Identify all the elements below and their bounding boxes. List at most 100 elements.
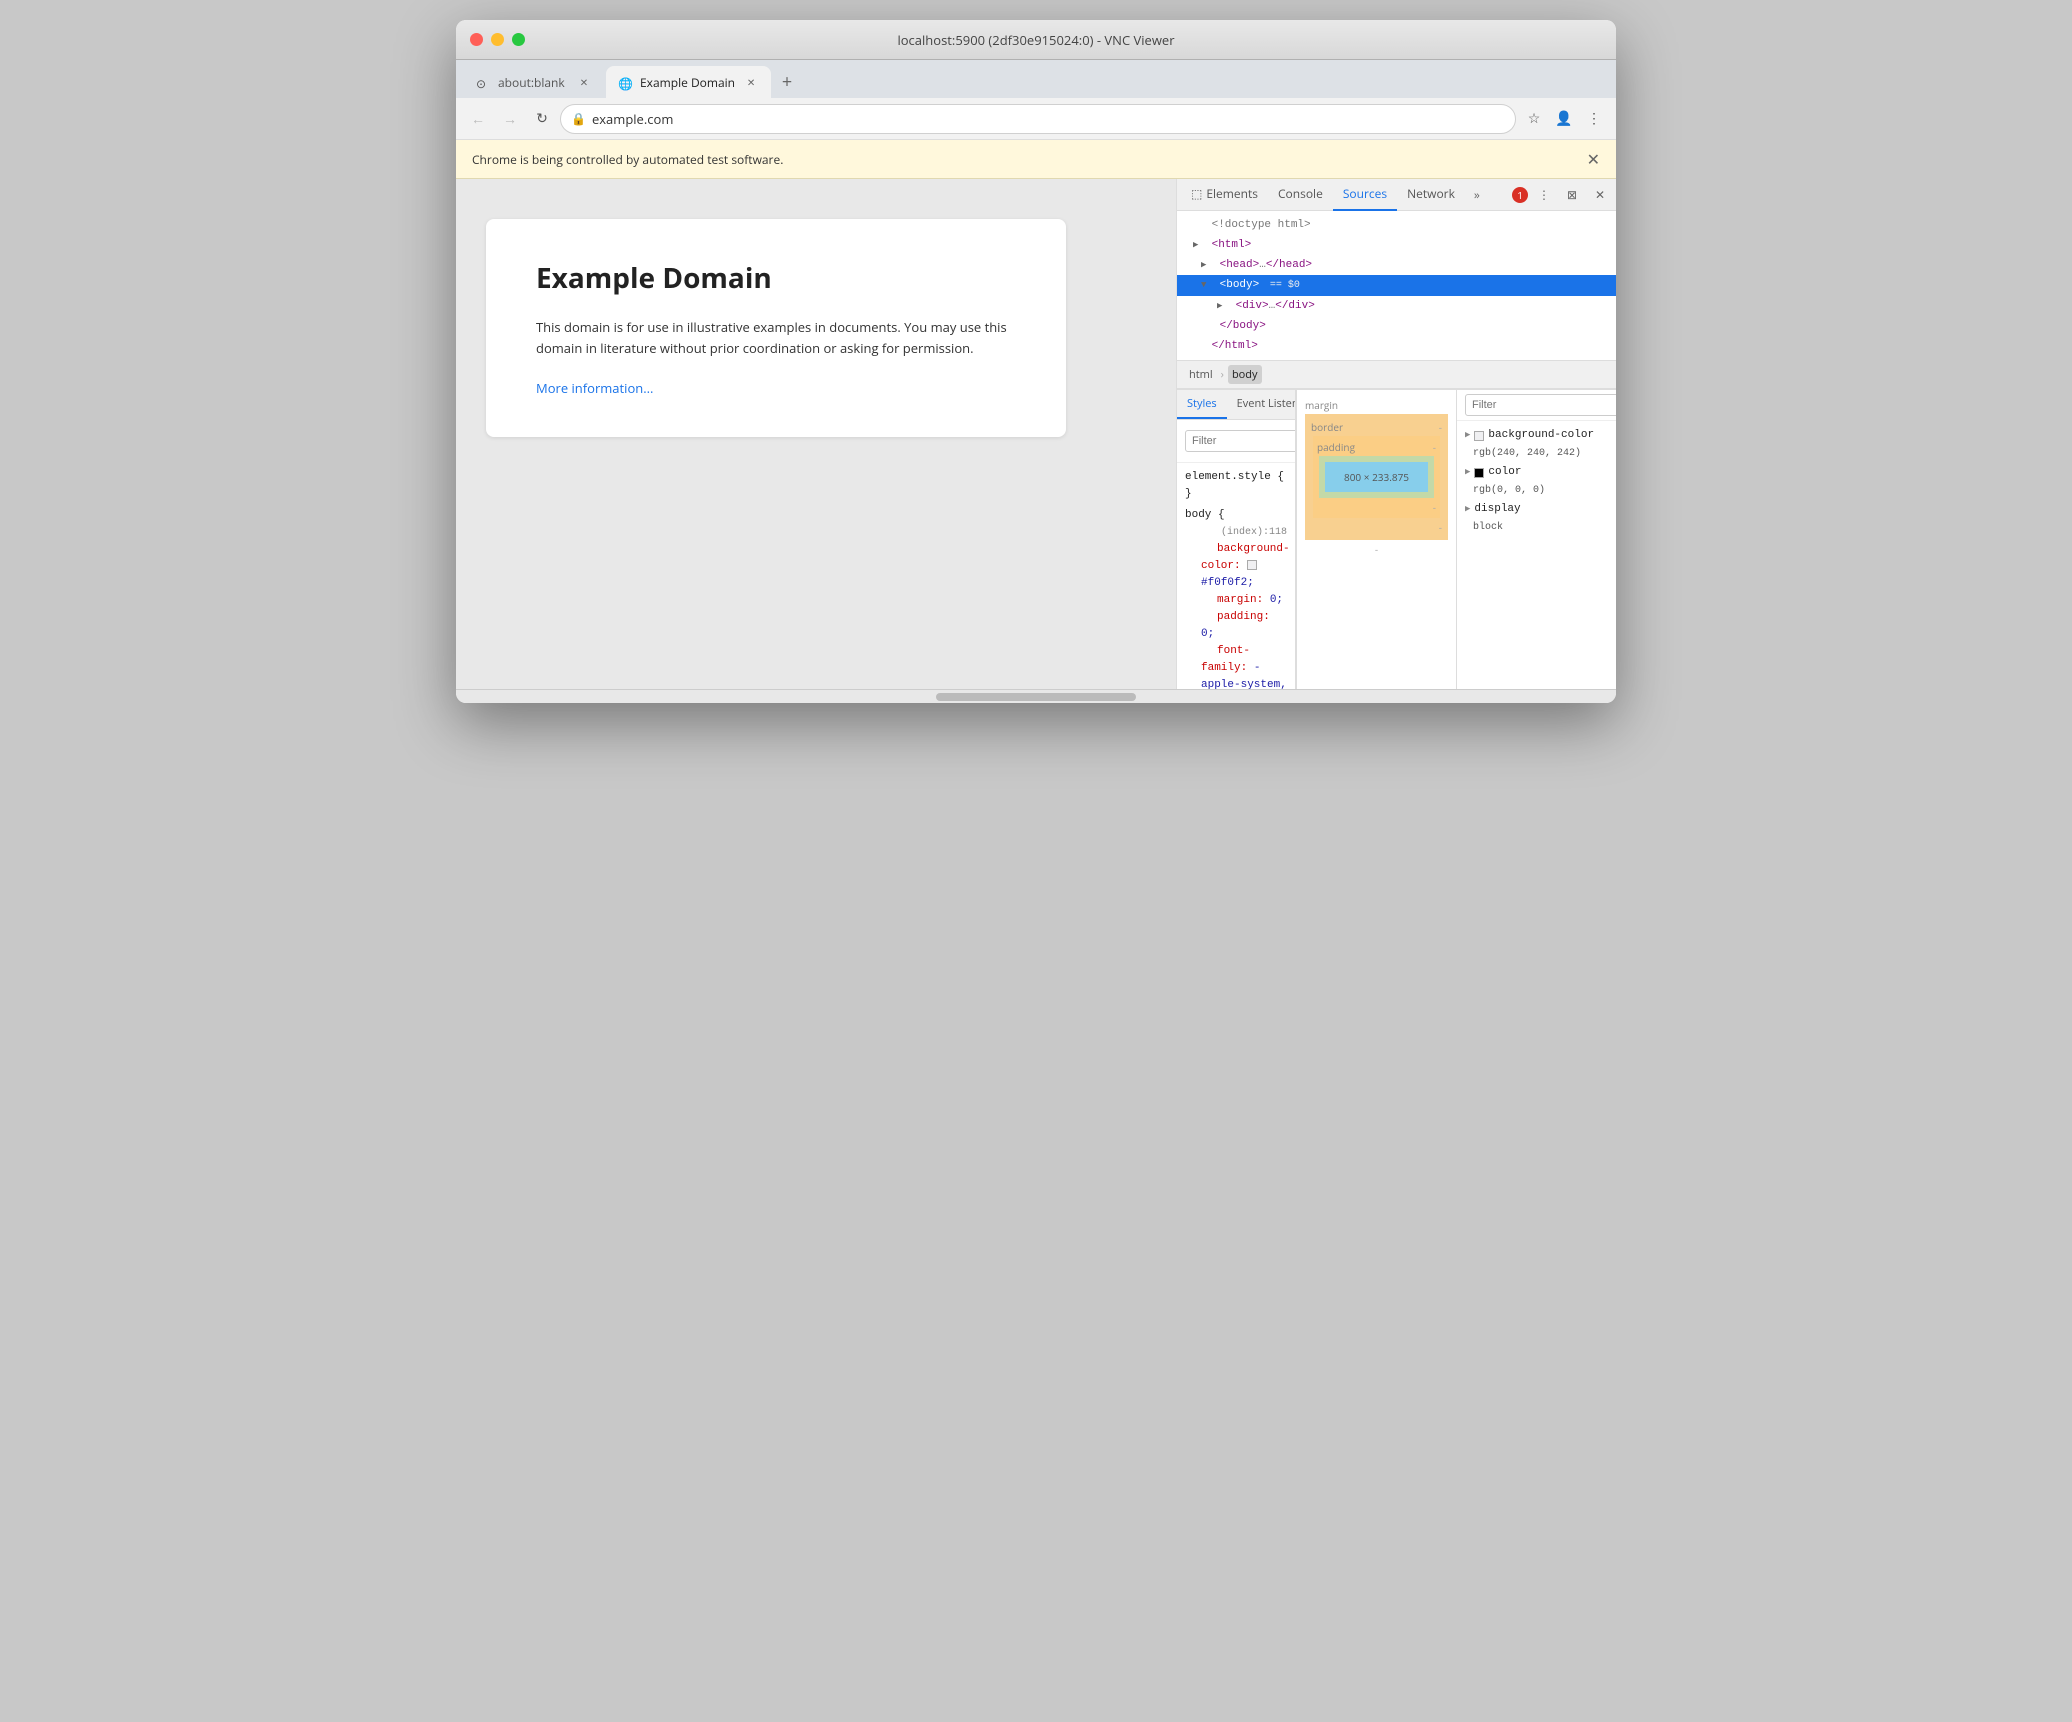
computed-filter-bar: Show all <box>1457 390 1616 421</box>
bottom-panel: Styles Event Listeners DOM Breakpoints P… <box>1177 389 1616 689</box>
color-prop-name: color <box>1488 464 1521 481</box>
margin-name: margin: <box>1201 594 1270 606</box>
triangle-body[interactable] <box>1201 276 1213 294</box>
html-close-tag: </html> <box>1212 340 1258 352</box>
close-button[interactable] <box>470 33 483 46</box>
browser-scrollbar <box>456 689 1616 703</box>
filter-input[interactable] <box>1185 430 1296 452</box>
profile-button[interactable]: 👤 <box>1550 105 1578 133</box>
devtools-close-button[interactable]: ✕ <box>1588 183 1612 207</box>
color-swatch-computed <box>1474 468 1484 478</box>
display-prop-name: display <box>1474 501 1520 518</box>
address-bar[interactable]: 🔒 example.com <box>560 104 1516 134</box>
bg-color-rgb: rgb(240, 240, 242) <box>1473 448 1581 459</box>
closing-brace: } <box>1185 486 1287 503</box>
devtools-tabs: ⬚ Elements Console Sources Network » 1 <box>1177 179 1616 211</box>
devtools-panel: ⬚ Elements Console Sources Network » 1 <box>1176 179 1616 689</box>
page-description: This domain is for use in illustrative e… <box>536 317 1016 359</box>
border-inner-label: border <box>1311 420 1343 434</box>
body-dollar-marker: == $0 <box>1270 280 1300 291</box>
new-tab-button[interactable]: + <box>773 68 801 96</box>
window-title: localhost:5900 (2df30e915024:0) - VNC Vi… <box>897 31 1174 49</box>
dom-line-div[interactable]: <div>…</div> <box>1177 296 1616 316</box>
tab-event-listeners[interactable]: Event Listeners <box>1227 390 1295 419</box>
padding-box: 800 × 233.875 <box>1319 456 1434 498</box>
tab-sources[interactable]: Sources <box>1333 179 1397 211</box>
margin-box: border - padding - <box>1305 414 1448 540</box>
tab-elements[interactable]: ⬚ Elements <box>1181 179 1268 211</box>
devtools-actions: 1 ⋮ ⊠ ✕ <box>1512 183 1612 207</box>
window-buttons <box>470 33 525 46</box>
dom-line-html-close[interactable]: </html> <box>1177 336 1616 356</box>
page-title: Example Domain <box>536 259 1016 297</box>
filter-bar: :hov .cls + <box>1177 420 1295 463</box>
computed-display[interactable]: ▶ display <box>1457 499 1616 520</box>
margin-prop: margin: 0; <box>1185 592 1287 609</box>
nav-bar: ← → ↻ 🔒 example.com ☆ 👤 ⋮ <box>456 98 1616 140</box>
back-button[interactable]: ← <box>464 105 492 133</box>
computed-color[interactable]: ▶ color <box>1457 462 1616 483</box>
tab-styles[interactable]: Styles <box>1177 390 1227 419</box>
maximize-button[interactable] <box>512 33 525 46</box>
devtools-settings-button[interactable]: ⋮ <box>1532 183 1556 207</box>
bg-color-value: #f0f0f2; <box>1201 577 1254 589</box>
url-text: example.com <box>592 110 1505 128</box>
padding-inner-label: padding <box>1317 440 1355 454</box>
menu-button[interactable]: ⋮ <box>1580 105 1608 133</box>
reload-button[interactable]: ↻ <box>528 105 556 133</box>
automation-text: Chrome is being controlled by automated … <box>472 151 783 168</box>
dom-line-html[interactable]: <html> <box>1177 235 1616 255</box>
bg-color-swatch[interactable] <box>1247 560 1257 570</box>
tab-close-1[interactable]: ✕ <box>576 74 592 90</box>
breadcrumb-body[interactable]: body <box>1228 365 1262 384</box>
tab-console[interactable]: Console <box>1268 179 1333 211</box>
minimize-button[interactable] <box>491 33 504 46</box>
more-tabs-button[interactable]: » <box>1465 183 1489 207</box>
dom-line-doctype[interactable]: <!doctype html> <box>1177 215 1616 235</box>
triangle-head[interactable] <box>1201 256 1213 274</box>
body-source-1: (index):118 <box>1221 524 1287 541</box>
box-model-panel: margin border - padding - <box>1296 390 1456 689</box>
border-bottom-val: - <box>1317 500 1436 514</box>
color-computed-value: rgb(0, 0, 0) <box>1457 483 1616 499</box>
computed-props-list: ▶ background-color rgb(240, 240, 242) ▶ … <box>1457 421 1616 689</box>
tab-close-2[interactable]: ✕ <box>743 74 759 90</box>
padding-name: padding: <box>1201 611 1270 623</box>
breadcrumb-separator: › <box>1221 367 1224 382</box>
computed-filter-input[interactable] <box>1465 394 1616 416</box>
forward-button[interactable]: → <box>496 105 524 133</box>
dom-line-body[interactable]: <body> == $0 <box>1177 275 1616 296</box>
content-size: 800 × 233.875 <box>1344 470 1409 484</box>
border-top-val: - <box>1433 440 1436 454</box>
triangle-div[interactable] <box>1217 297 1229 315</box>
page-card: Example Domain This domain is for use in… <box>486 219 1066 437</box>
expand-arrow-1: ▶ <box>1465 427 1470 444</box>
tab-network[interactable]: Network <box>1397 179 1465 211</box>
head-close-tag: </head> <box>1266 259 1312 271</box>
computed-bg-color[interactable]: ▶ background-color <box>1457 425 1616 446</box>
browser-window: localhost:5900 (2df30e915024:0) - VNC Vi… <box>456 20 1616 703</box>
doctype-comment: <!doctype html> <box>1212 219 1311 231</box>
breadcrumb-bar: html › body <box>1177 360 1616 389</box>
scroll-thumb[interactable] <box>936 693 1136 701</box>
tab-about-blank[interactable]: ⊙ about:blank ✕ <box>464 66 604 98</box>
bookmark-button[interactable]: ☆ <box>1520 105 1548 133</box>
tab-example-domain[interactable]: 🌐 Example Domain ✕ <box>606 66 771 98</box>
breadcrumb-html[interactable]: html <box>1185 365 1217 384</box>
tab-label-1: about:blank <box>498 74 568 91</box>
margin-label: margin <box>1305 398 1448 412</box>
margin-value: 0; <box>1270 594 1283 606</box>
div-close-tag: </div> <box>1275 300 1315 312</box>
more-info-link[interactable]: More information... <box>536 379 653 397</box>
margin-bottom-val: - <box>1311 520 1442 534</box>
dom-line-head[interactable]: <head>…</head> <box>1177 255 1616 275</box>
styles-panel: Styles Event Listeners DOM Breakpoints P… <box>1177 390 1296 689</box>
triangle-html[interactable] <box>1193 236 1205 254</box>
devtools-dock-button[interactable]: ⊠ <box>1560 183 1584 207</box>
border-box: padding - 800 × 233.875 - <box>1313 436 1440 518</box>
padding-value: 0; <box>1201 628 1214 640</box>
dom-line-body-close[interactable]: </body> <box>1177 316 1616 336</box>
banner-close-button[interactable]: ✕ <box>1587 148 1600 170</box>
selector-element-style: element.style { <box>1185 471 1284 483</box>
automation-banner: Chrome is being controlled by automated … <box>456 140 1616 179</box>
